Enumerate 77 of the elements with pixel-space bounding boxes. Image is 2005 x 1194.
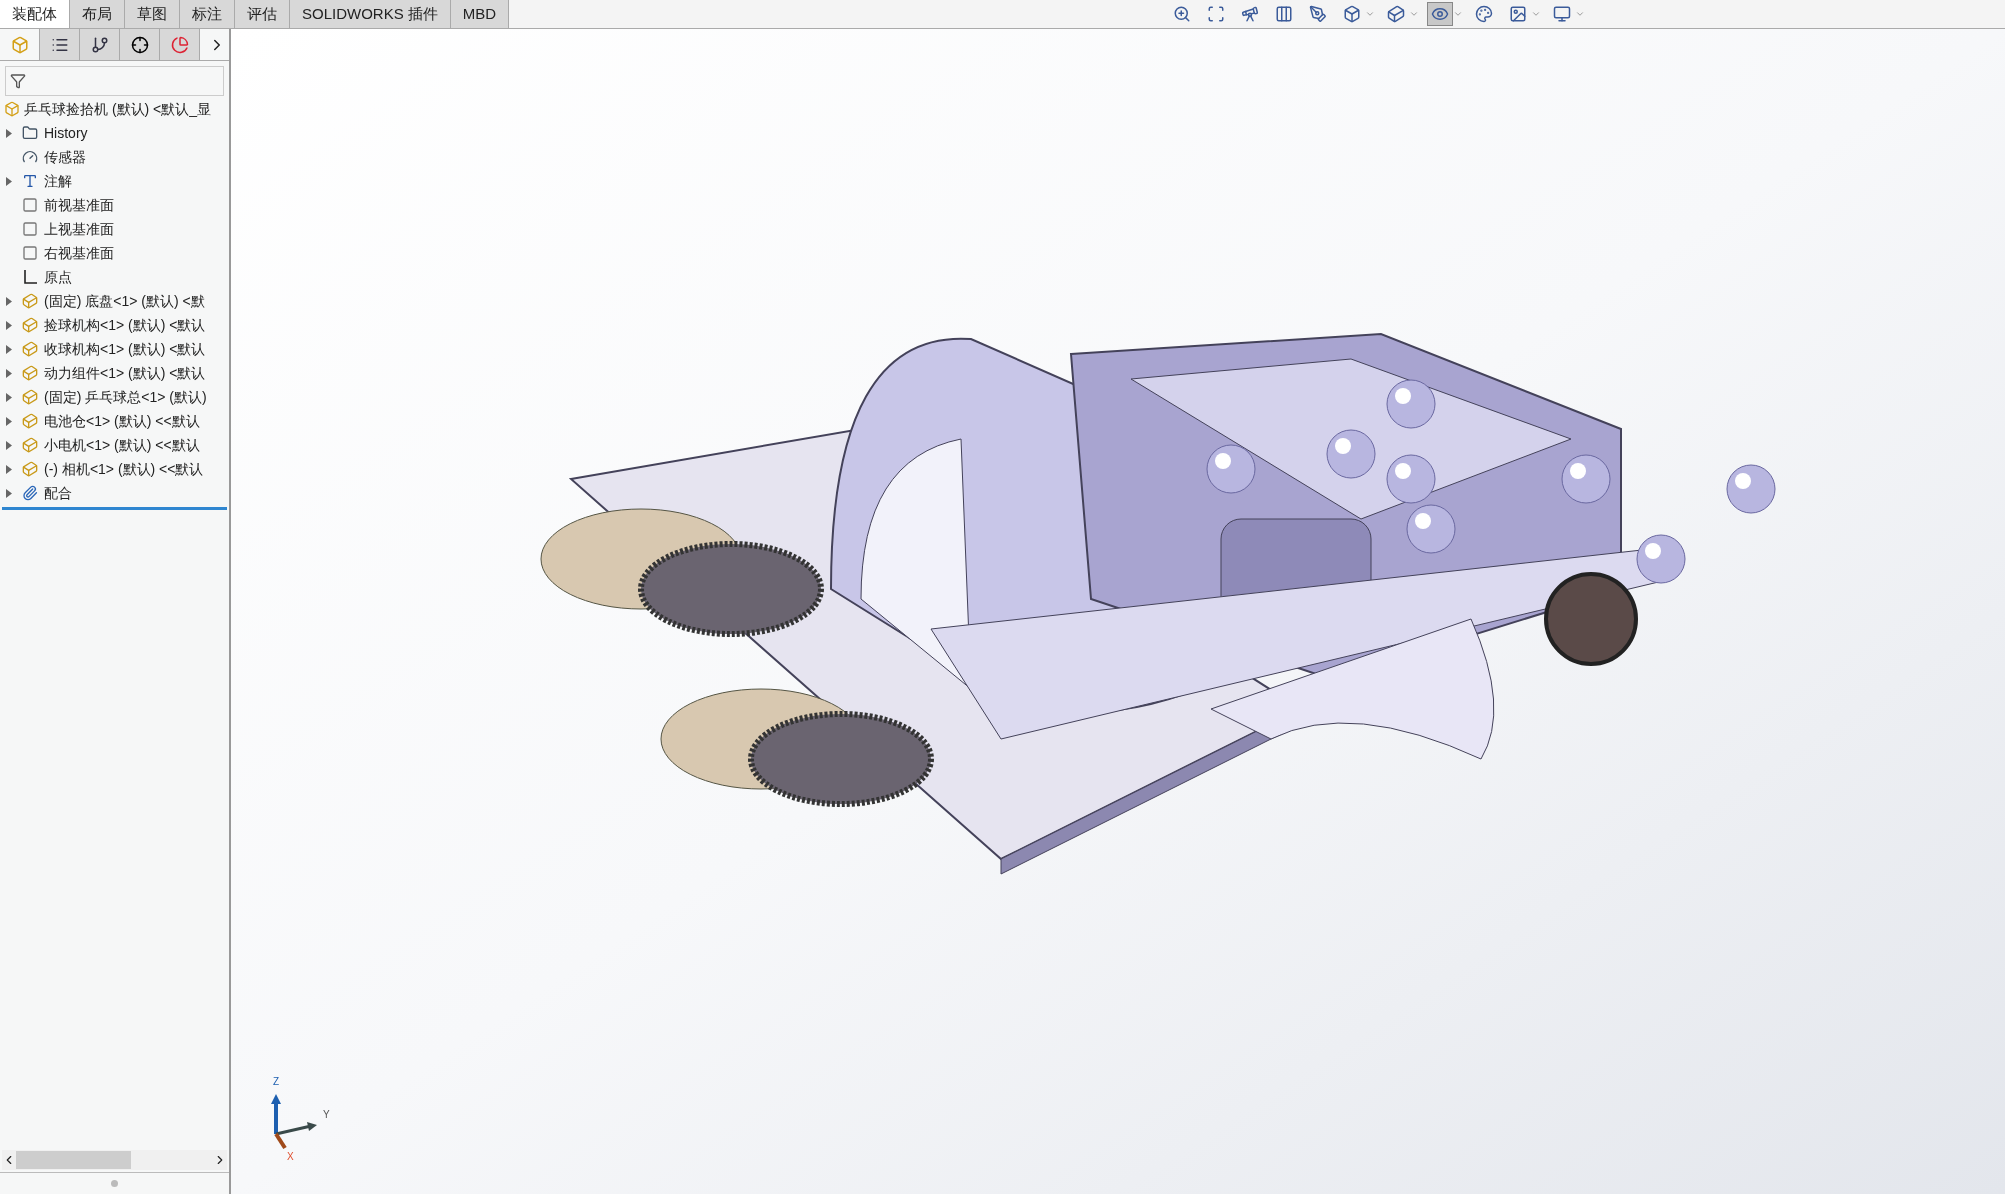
pen-icon: [1309, 5, 1327, 23]
command-tab[interactable]: 草图: [125, 0, 180, 28]
expand-triangle-icon[interactable]: [6, 320, 12, 330]
command-tab[interactable]: SOLIDWORKS 插件: [290, 0, 451, 28]
part-icon: [22, 341, 38, 357]
pie-icon: [170, 35, 189, 54]
tree-item-label[interactable]: 配合: [44, 482, 72, 504]
eye-tool-button[interactable]: [1427, 2, 1453, 26]
scene-icon: [1509, 5, 1527, 23]
expand-triangle-icon[interactable]: [6, 416, 12, 426]
expand-triangle-icon[interactable]: [6, 176, 12, 186]
part-icon: [22, 461, 38, 477]
part-icon: [22, 365, 38, 381]
tree-item-label[interactable]: (-) 相机<1> (默认) <<默认: [44, 458, 204, 480]
horizontal-scrollbar[interactable]: [2, 1150, 227, 1170]
filter-icon: [10, 73, 26, 89]
monitor-icon: [1553, 5, 1571, 23]
expand-triangle-icon[interactable]: [6, 368, 12, 378]
z-axis-label: Z: [273, 1075, 280, 1089]
part-icon: [22, 389, 38, 405]
expand-triangle-icon[interactable]: [6, 296, 12, 306]
expand-triangle-icon[interactable]: [6, 128, 12, 138]
plane-icon: [22, 245, 38, 261]
tree-item-label[interactable]: 注解: [44, 170, 72, 192]
cuboid-icon: [1387, 5, 1405, 23]
expand-triangle-icon[interactable]: [6, 488, 12, 498]
tree-item-label[interactable]: (固定) 底盘<1> (默认) <默: [44, 290, 205, 312]
tree-root-label[interactable]: 乒乓球捡拾机 (默认) <默认_显: [24, 98, 212, 120]
expand-triangle-icon[interactable]: [6, 344, 12, 354]
zoom-icon: [1173, 5, 1191, 23]
assembly-icon: [4, 101, 20, 117]
zoom-area-icon: [1207, 5, 1225, 23]
tree-item-label[interactable]: 收球机构<1> (默认) <默认: [44, 338, 206, 360]
expand-triangle-icon[interactable]: [6, 440, 12, 450]
part-icon: [22, 293, 38, 309]
command-tab[interactable]: 布局: [70, 0, 125, 28]
cube-icon: [10, 35, 29, 54]
scrollbar-thumb[interactable]: [16, 1151, 131, 1169]
tree-item-label[interactable]: 传感器: [44, 146, 86, 168]
command-tab[interactable]: 标注: [180, 0, 235, 28]
part-icon: [22, 317, 38, 333]
tree-item-label[interactable]: (固定) 乒乓球总<1> (默认): [44, 386, 207, 408]
paperclip-icon: [22, 485, 38, 501]
gauge-icon: [22, 149, 38, 165]
eye-icon: [1431, 5, 1449, 23]
palette-icon: [1475, 5, 1493, 23]
command-tab[interactable]: 评估: [235, 0, 290, 28]
tree-icon: [90, 35, 109, 54]
tree-item-label[interactable]: 上视基准面: [44, 218, 114, 240]
tree-item-label[interactable]: 前视基准面: [44, 194, 114, 216]
panel-tab[interactable]: [120, 29, 160, 60]
cube-icon: [1343, 5, 1361, 23]
origin-axes-icon: [22, 269, 38, 285]
folder-icon: [22, 125, 38, 141]
tree-item-label[interactable]: 原点: [44, 266, 72, 288]
command-tab[interactable]: 装配体: [0, 0, 70, 28]
plane-icon: [22, 221, 38, 237]
y-axis-label: Y: [323, 1108, 330, 1122]
tree-item-label[interactable]: 右视基准面: [44, 242, 114, 264]
crosshair-icon: [130, 35, 149, 54]
panel-tab[interactable]: [80, 29, 120, 60]
tree-item-label[interactable]: 捡球机构<1> (默认) <默认: [44, 314, 206, 336]
tree-item-label[interactable]: 动力组件<1> (默认) <默认: [44, 362, 206, 384]
splitter-handle[interactable]: [111, 1180, 118, 1187]
section-icon: [1275, 5, 1293, 23]
plane-icon: [22, 197, 38, 213]
telescope-icon: [1241, 5, 1259, 23]
x-axis-label: X: [287, 1150, 294, 1164]
expand-triangle-icon[interactable]: [6, 464, 12, 474]
tree-item-label[interactable]: 小电机<1> (默认) <<默认: [44, 434, 200, 456]
tree-item-label[interactable]: History: [44, 122, 88, 144]
tree-item-label[interactable]: 电池仓<1> (默认) <<默认: [44, 410, 200, 432]
part-icon: [22, 437, 38, 453]
filter-field[interactable]: [5, 66, 224, 96]
command-tab[interactable]: MBD: [450, 0, 510, 28]
expand-triangle-icon[interactable]: [6, 392, 12, 402]
part-icon: [22, 413, 38, 429]
